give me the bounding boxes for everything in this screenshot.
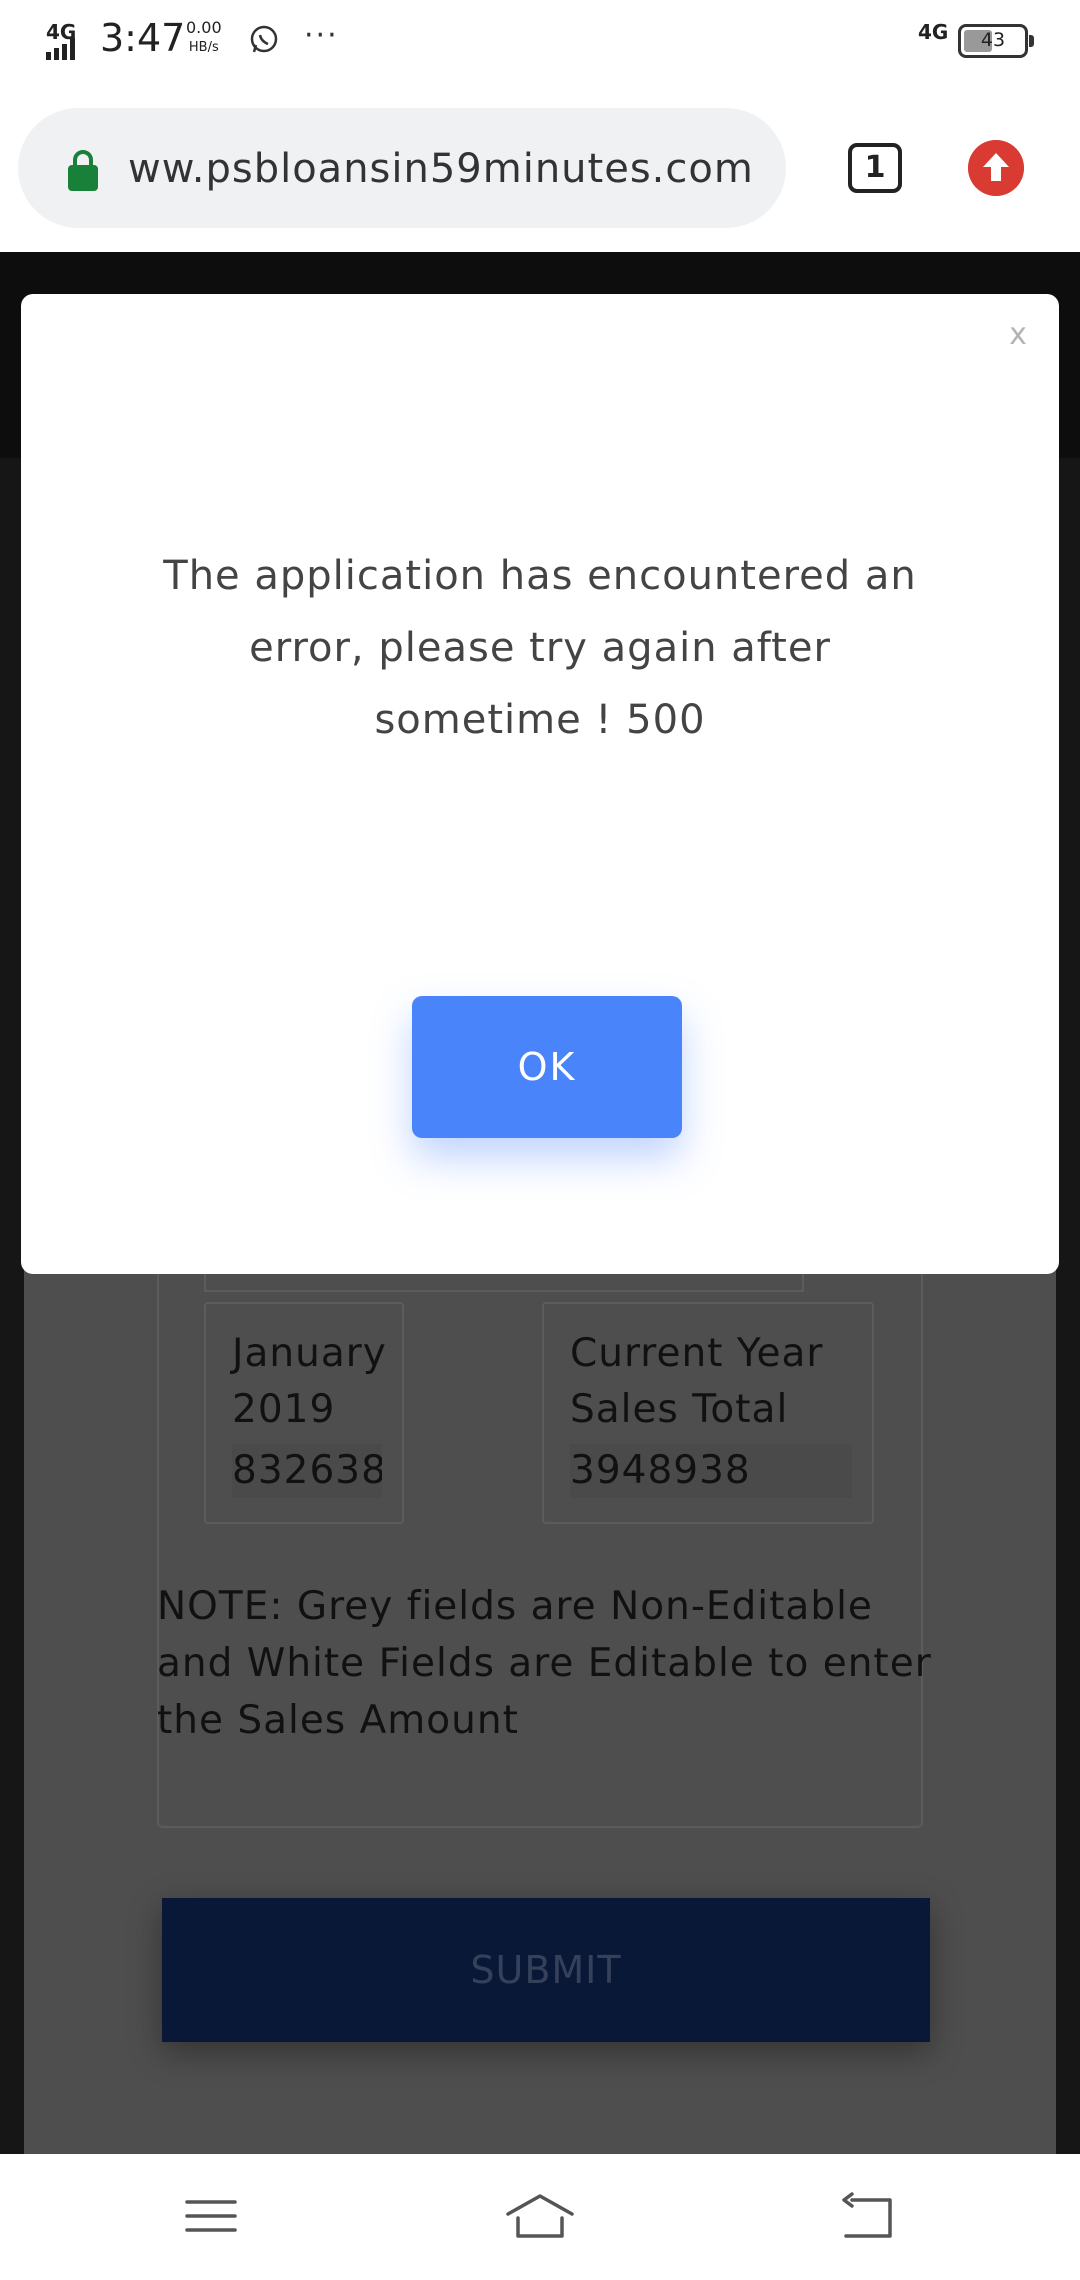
- network-speed: 0.00 HB/s: [186, 18, 222, 58]
- sales-cell-current-year-total: Current Year Sales Total 3948938: [542, 1302, 874, 1524]
- sales-cell-january-2019: January 2019 832638: [204, 1302, 404, 1524]
- error-dialog: x The application has encountered an err…: [21, 294, 1059, 1274]
- back-icon[interactable]: [840, 2190, 896, 2242]
- form-note: NOTE: Grey fields are Non-Editable and W…: [157, 1584, 932, 1743]
- update-arrow-icon[interactable]: [968, 140, 1024, 196]
- sales-amount-field: 832638: [232, 1444, 382, 1498]
- tab-switcher-button[interactable]: 1: [848, 143, 902, 193]
- network-type-right: 4G: [918, 20, 949, 44]
- status-time: 3:47: [100, 16, 186, 60]
- more-notifications-icon: ···: [304, 18, 339, 53]
- error-message: The application has encountered an error…: [163, 553, 917, 743]
- whatsapp-icon: [250, 25, 278, 53]
- url-text: ww.psbloansin59minutes.com: [128, 146, 754, 192]
- battery-icon: 43: [958, 24, 1034, 58]
- sales-total-field: 3948938: [570, 1444, 852, 1498]
- network-speed-unit: HB/s: [188, 40, 219, 55]
- signal-icon: 4G: [46, 20, 92, 60]
- sales-cell-label: January 2019: [232, 1331, 387, 1432]
- submit-button[interactable]: SUBMIT: [162, 1898, 930, 2042]
- address-bar[interactable]: ww.psbloansin59minutes.com: [18, 108, 786, 228]
- system-navigation-bar: [0, 2154, 1080, 2280]
- battery-percent: 43: [980, 29, 1006, 51]
- status-bar: 4G 3:47 0.00 HB/s ··· 4G 43: [0, 0, 1080, 80]
- ok-button[interactable]: OK: [412, 996, 682, 1138]
- network-speed-value: 0.00: [186, 18, 222, 37]
- sales-cell-label: Current Year Sales Total: [570, 1331, 824, 1432]
- close-icon[interactable]: x: [1003, 320, 1033, 350]
- menu-icon[interactable]: [183, 2190, 239, 2242]
- home-icon[interactable]: [504, 2190, 576, 2242]
- browser-toolbar: ww.psbloansin59minutes.com 1: [0, 80, 1080, 252]
- lock-icon: [68, 150, 98, 191]
